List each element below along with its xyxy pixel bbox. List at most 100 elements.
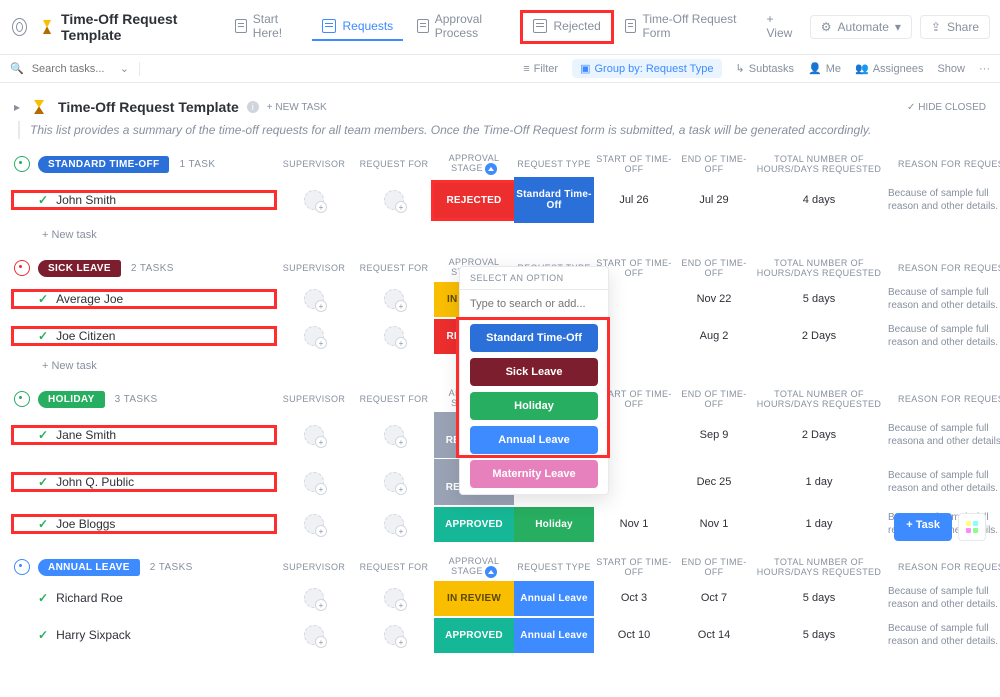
apps-button[interactable] — [958, 513, 986, 541]
task-name-cell[interactable]: ✓John Q. Public — [14, 475, 274, 489]
group-toggle-icon[interactable] — [14, 559, 30, 575]
start-date-cell[interactable]: Oct 10 — [594, 629, 674, 641]
group-label[interactable]: Standard Time-Off — [38, 156, 169, 173]
groupby-chip[interactable]: ▣Group by: Request Type — [572, 59, 721, 78]
approval-stage-cell[interactable]: APPROVED — [434, 618, 514, 653]
supervisor-avatar[interactable] — [304, 514, 324, 534]
column-header[interactable]: REASON FOR REQUEST — [884, 394, 1000, 404]
filter-button[interactable]: ≡Filter — [523, 63, 558, 75]
new-task-header[interactable]: + NEW TASK — [267, 102, 327, 113]
automate-button[interactable]: ⚙Automate▾ — [810, 15, 912, 39]
dropdown-option[interactable]: Annual Leave — [470, 426, 598, 454]
info-icon[interactable]: i — [247, 101, 259, 113]
task-name-cell[interactable]: ✓Average Joe — [14, 292, 274, 306]
search-input[interactable] — [30, 62, 114, 76]
total-cell[interactable]: 5 days — [754, 629, 884, 641]
column-header[interactable]: START OF TIME-OFF — [594, 154, 674, 174]
end-date-cell[interactable]: Oct 14 — [674, 629, 754, 641]
collapse-icon[interactable]: ▸ — [14, 100, 20, 114]
column-header[interactable]: REQUEST TYPE — [514, 562, 594, 572]
task-name-cell[interactable]: ✓Joe Citizen — [14, 329, 274, 343]
dropdown-option[interactable]: Standard Time-Off — [470, 324, 598, 352]
reason-cell[interactable]: Because of sample full reason and other … — [884, 622, 1000, 648]
end-date-cell[interactable]: Nov 1 — [674, 518, 754, 530]
new-task-button[interactable]: + New task — [14, 223, 986, 243]
task-name-cell[interactable]: ✓Joe Bloggs — [14, 517, 274, 531]
tab-approval-process[interactable]: Approval Process — [407, 6, 519, 48]
supervisor-avatar[interactable] — [304, 472, 324, 492]
request-for-avatar[interactable] — [384, 326, 404, 346]
column-header[interactable]: TOTAL NUMBER OF HOURS/DAYS REQUESTED — [754, 389, 884, 409]
group-label[interactable]: Annual Leave — [38, 559, 140, 576]
supervisor-avatar[interactable] — [304, 625, 324, 645]
request-for-avatar[interactable] — [384, 425, 404, 445]
request-for-avatar[interactable] — [384, 514, 404, 534]
end-date-cell[interactable]: Sep 9 — [674, 429, 754, 441]
supervisor-avatar[interactable] — [304, 425, 324, 445]
reason-cell[interactable]: Because of sample full reason and other … — [884, 286, 1000, 312]
search-box[interactable]: 🔍 ⌄ — [10, 62, 140, 76]
group-label[interactable]: Sick Leave — [38, 260, 121, 277]
subtasks-button[interactable]: ↳Subtasks — [736, 62, 794, 75]
start-date-cell[interactable]: Nov 1 — [594, 518, 674, 530]
total-cell[interactable]: 2 Days — [754, 330, 884, 342]
task-name-cell[interactable]: ✓John Smith — [14, 193, 274, 207]
column-header[interactable]: REASON FOR REQUEST — [884, 159, 1000, 169]
request-type-cell[interactable]: Annual Leave — [514, 618, 594, 653]
sort-icon[interactable] — [485, 163, 497, 175]
request-for-avatar[interactable] — [384, 190, 404, 210]
end-date-cell[interactable]: Aug 2 — [674, 330, 754, 342]
total-cell[interactable]: 1 day — [754, 476, 884, 488]
task-name-cell[interactable]: ✓Jane Smith — [14, 428, 274, 442]
column-header[interactable]: APPROVAL STAGE — [434, 556, 514, 578]
dropdown-search-input[interactable] — [460, 290, 609, 318]
dropdown-option[interactable]: Sick Leave — [470, 358, 598, 386]
column-header[interactable]: REQUEST FOR — [354, 562, 434, 572]
group-toggle-icon[interactable] — [14, 260, 30, 276]
show-button[interactable]: Show — [937, 63, 965, 75]
column-header[interactable]: END OF TIME-OFF — [674, 389, 754, 409]
reason-cell[interactable]: Because of sample full reason and other … — [884, 187, 1000, 213]
column-header[interactable]: SUPERVISOR — [274, 394, 354, 404]
column-header[interactable]: REASON FOR REQUEST — [884, 562, 1000, 572]
task-name-cell[interactable]: ✓Harry Sixpack — [14, 628, 274, 642]
column-header[interactable]: REQUEST TYPE — [514, 159, 594, 169]
approval-stage-cell[interactable]: IN REVIEW — [434, 581, 514, 616]
end-date-cell[interactable]: Oct 7 — [674, 592, 754, 604]
request-for-avatar[interactable] — [384, 289, 404, 309]
start-date-cell[interactable]: Oct 3 — [594, 592, 674, 604]
new-task-fab[interactable]: + Task — [894, 513, 952, 541]
hide-closed-toggle[interactable]: ✓ HIDE CLOSED — [907, 102, 986, 113]
dropdown-option[interactable]: Holiday — [470, 392, 598, 420]
request-type-cell[interactable]: Standard Time-Off — [514, 177, 594, 223]
column-header[interactable]: START OF TIME-OFF — [594, 557, 674, 577]
supervisor-avatar[interactable] — [304, 326, 324, 346]
tab-request-form[interactable]: Time-Off Request Form — [615, 6, 753, 48]
me-button[interactable]: 👤Me — [808, 62, 841, 75]
column-header[interactable]: REQUEST FOR — [354, 159, 434, 169]
tab-requests[interactable]: Requests — [312, 13, 403, 41]
request-for-avatar[interactable] — [384, 588, 404, 608]
dropdown-option[interactable]: Maternity Leave — [470, 460, 598, 488]
column-header[interactable]: APPROVAL STAGE — [434, 153, 514, 175]
assignees-button[interactable]: 👥Assignees — [855, 62, 923, 75]
request-for-avatar[interactable] — [384, 625, 404, 645]
end-date-cell[interactable]: Nov 22 — [674, 293, 754, 305]
end-date-cell[interactable]: Jul 29 — [674, 194, 754, 206]
column-header[interactable]: SUPERVISOR — [274, 159, 354, 169]
total-cell[interactable]: 5 days — [754, 592, 884, 604]
request-for-avatar[interactable] — [384, 472, 404, 492]
total-cell[interactable]: 5 days — [754, 293, 884, 305]
supervisor-avatar[interactable] — [304, 588, 324, 608]
tab-start-here[interactable]: Start Here! — [225, 6, 308, 48]
reason-cell[interactable]: Because of sample full reason and other … — [884, 323, 1000, 349]
more-button[interactable]: ··· — [979, 63, 990, 75]
supervisor-avatar[interactable] — [304, 289, 324, 309]
sort-icon[interactable] — [485, 566, 497, 578]
column-header[interactable]: REASON FOR REQUEST — [884, 263, 1000, 273]
total-cell[interactable]: 4 days — [754, 194, 884, 206]
column-header[interactable]: END OF TIME-OFF — [674, 154, 754, 174]
settings-icon[interactable] — [12, 18, 27, 36]
request-type-cell[interactable]: Holiday — [514, 507, 594, 542]
group-toggle-icon[interactable] — [14, 391, 30, 407]
